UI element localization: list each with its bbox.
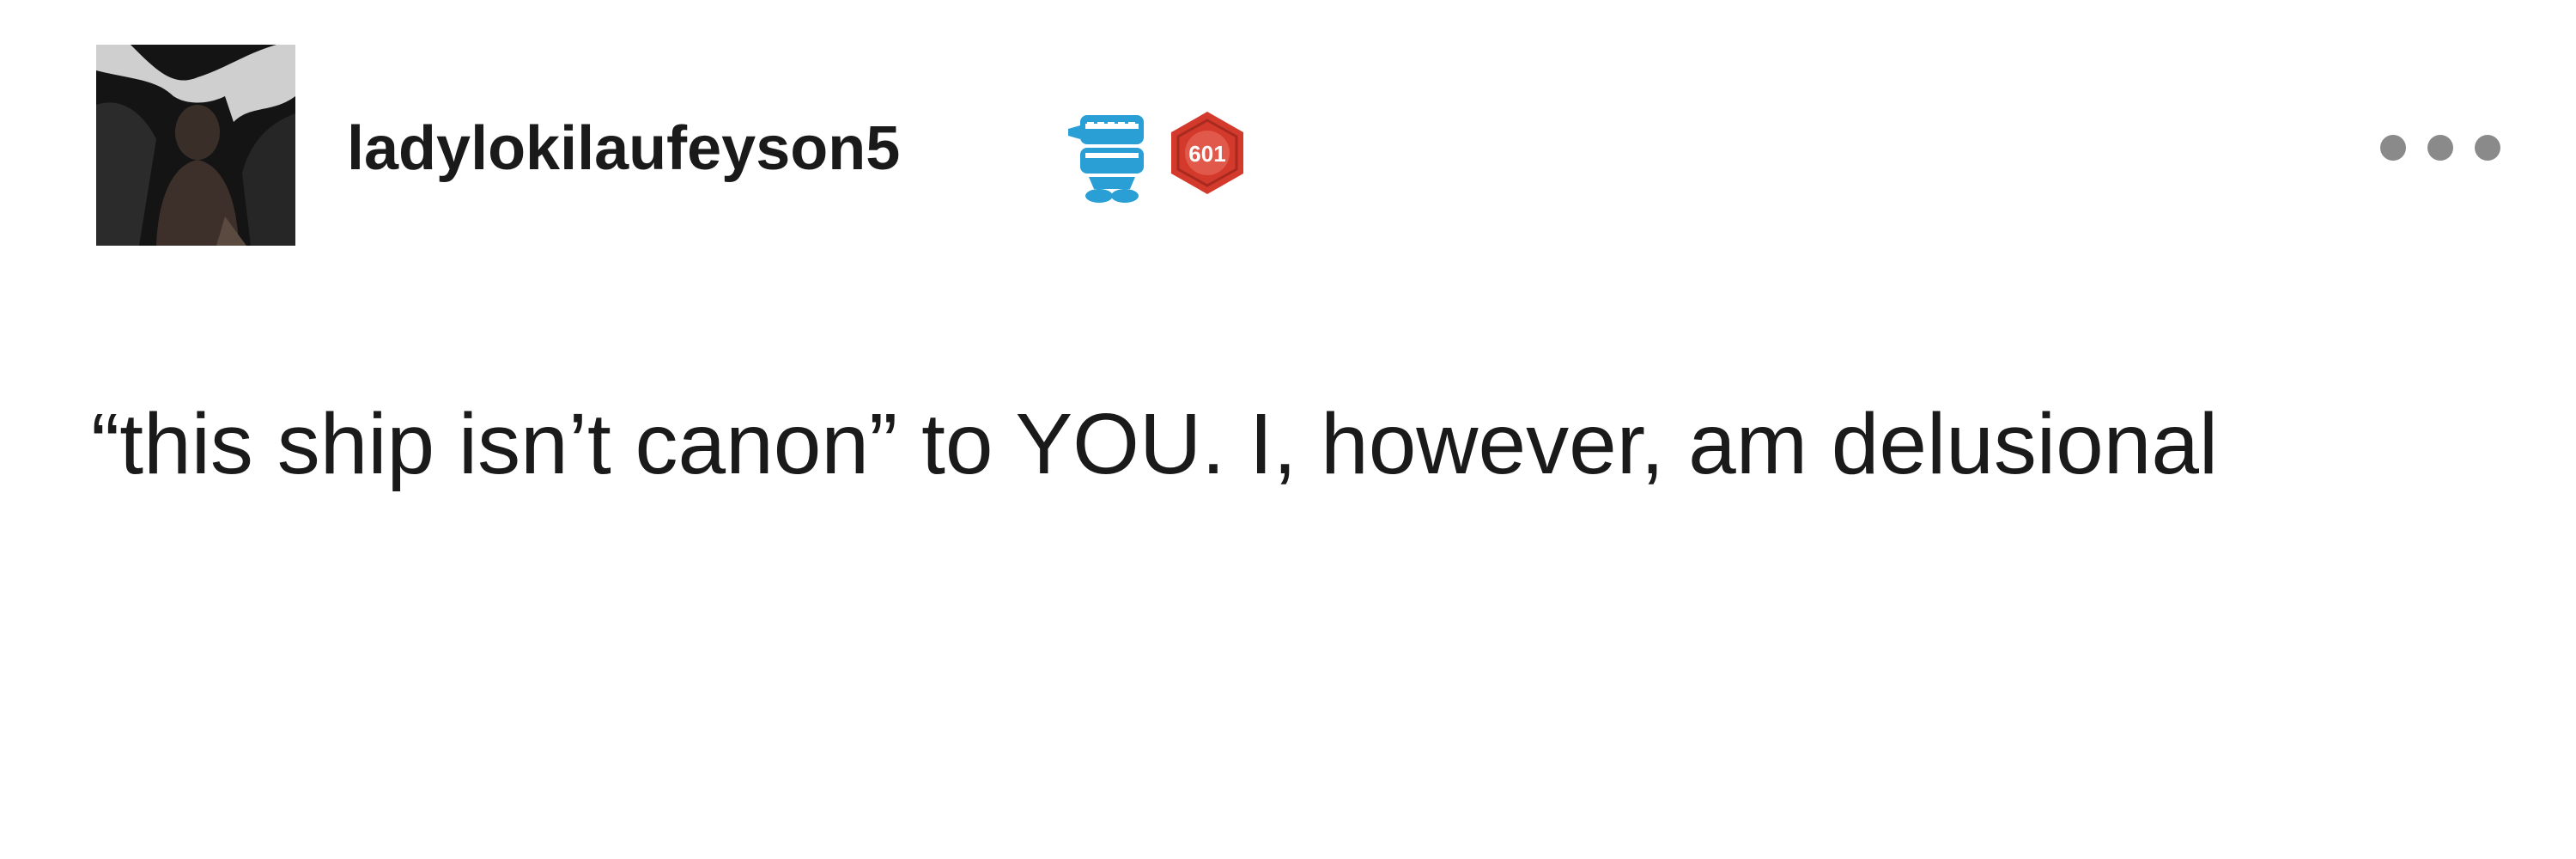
more-options-icon-dot <box>2475 135 2500 161</box>
post-header: ladylokilaufeyson5 601 <box>96 45 2518 247</box>
avatar[interactable] <box>96 45 295 246</box>
post-body-text: “this ship isn’t canon” to YOU. I, howev… <box>91 396 2219 492</box>
more-options-icon <box>2380 135 2406 161</box>
more-options-icon-dot <box>2427 135 2453 161</box>
more-options-button[interactable] <box>2380 127 2500 168</box>
chattering-teeth-badge-icon[interactable] <box>1065 110 1151 204</box>
hexagon-badge-label: 601 <box>1188 141 1225 167</box>
hexagon-badge-icon[interactable]: 601 <box>1168 110 1247 196</box>
post-card: ladylokilaufeyson5 601 “this ship isn’t … <box>0 0 2576 859</box>
avatar-image <box>96 45 295 246</box>
username-link[interactable]: ladylokilaufeyson5 <box>347 110 900 187</box>
